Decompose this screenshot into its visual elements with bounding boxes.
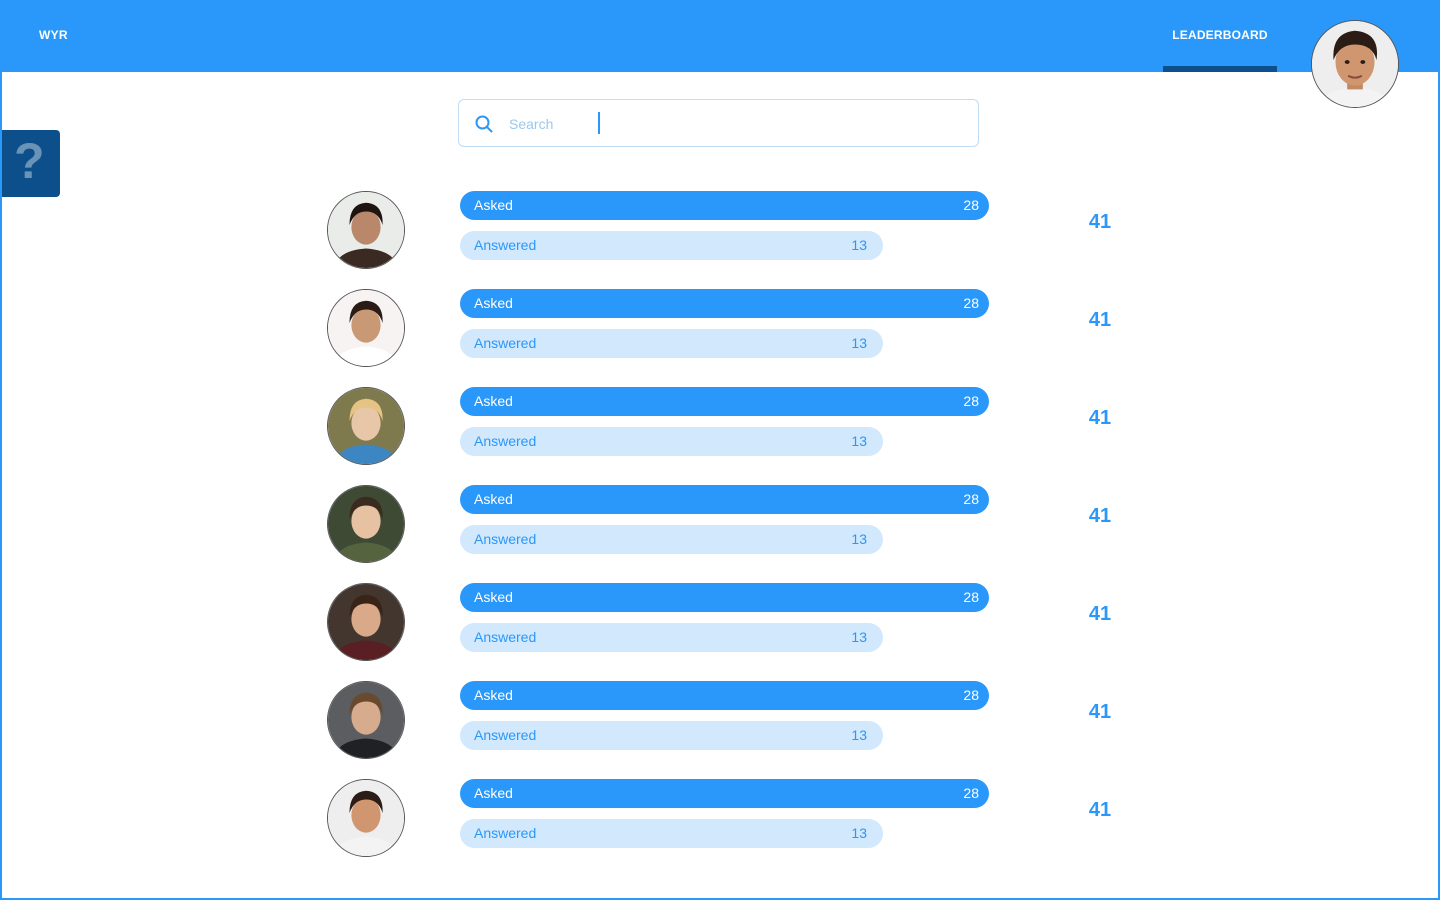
asked-label: Asked — [474, 197, 513, 213]
user-portrait-icon — [328, 780, 404, 856]
asked-bar: Asked 28 — [460, 485, 989, 514]
leaderboard-row: Asked 28 Answered 13 41 — [0, 779, 1440, 877]
user-avatar[interactable] — [327, 485, 405, 563]
asked-bar: Asked 28 — [460, 779, 989, 808]
asked-bar: Asked 28 — [460, 387, 989, 416]
asked-bar: Asked 28 — [460, 191, 989, 220]
question-mark-icon: ? — [14, 133, 45, 189]
total-score: 41 — [1088, 211, 1112, 233]
asked-label: Asked — [474, 589, 513, 605]
user-avatar[interactable] — [327, 583, 405, 661]
leaderboard-row: Asked 28 Answered 13 41 — [0, 191, 1440, 289]
user-portrait-icon — [328, 192, 404, 268]
total-score: 41 — [1088, 309, 1112, 331]
total-score: 41 — [1088, 799, 1112, 821]
asked-bar: Asked 28 — [460, 681, 989, 710]
total-score: 41 — [1088, 701, 1112, 723]
user-portrait-icon — [1312, 21, 1398, 107]
user-portrait-icon — [328, 486, 404, 562]
search-input[interactable] — [507, 110, 951, 138]
leaderboard-row: Asked 28 Answered 13 41 — [0, 681, 1440, 779]
answered-count: 13 — [851, 335, 867, 351]
asked-count: 28 — [963, 785, 979, 801]
search-icon — [475, 115, 493, 133]
asked-count: 28 — [963, 491, 979, 507]
leaderboard-row: Asked 28 Answered 13 41 — [0, 583, 1440, 681]
asked-count: 28 — [963, 393, 979, 409]
user-avatar[interactable] — [327, 387, 405, 465]
answered-label: Answered — [474, 727, 537, 743]
brand-logo[interactable]: WYR — [39, 28, 68, 42]
answered-bar: Answered 13 — [460, 525, 883, 554]
asked-label: Asked — [474, 491, 513, 507]
asked-bar: Asked 28 — [460, 583, 989, 612]
asked-label: Asked — [474, 393, 513, 409]
asked-label: Asked — [474, 295, 513, 311]
asked-label: Asked — [474, 785, 513, 801]
answered-count: 13 — [851, 825, 867, 841]
answered-label: Answered — [474, 531, 537, 547]
answered-label: Answered — [474, 237, 537, 253]
user-avatar[interactable] — [327, 779, 405, 857]
user-avatar[interactable] — [327, 289, 405, 367]
leaderboard-row: Asked 28 Answered 13 41 — [0, 485, 1440, 583]
answered-bar: Answered 13 — [460, 329, 883, 358]
answered-label: Answered — [474, 335, 537, 351]
user-portrait-icon — [328, 290, 404, 366]
answered-label: Answered — [474, 825, 537, 841]
asked-count: 28 — [963, 295, 979, 311]
answered-bar: Answered 13 — [460, 231, 883, 260]
asked-count: 28 — [963, 197, 979, 213]
leaderboard-row: Asked 28 Answered 13 41 — [0, 387, 1440, 485]
answered-count: 13 — [851, 629, 867, 645]
nav-tab-leaderboard-label: LEADERBOARD — [1172, 28, 1268, 42]
help-button[interactable]: ? — [0, 130, 60, 197]
answered-bar: Answered 13 — [460, 623, 883, 652]
total-score: 41 — [1088, 407, 1112, 429]
answered-count: 13 — [851, 433, 867, 449]
asked-bar: Asked 28 — [460, 289, 989, 318]
answered-label: Answered — [474, 629, 537, 645]
answered-count: 13 — [851, 531, 867, 547]
total-score: 41 — [1088, 505, 1112, 527]
user-portrait-icon — [328, 584, 404, 660]
user-avatar[interactable] — [327, 681, 405, 759]
answered-label: Answered — [474, 433, 537, 449]
asked-label: Asked — [474, 687, 513, 703]
answered-bar: Answered 13 — [460, 819, 883, 848]
user-portrait-icon — [328, 682, 404, 758]
answered-bar: Answered 13 — [460, 427, 883, 456]
current-user-avatar[interactable] — [1311, 20, 1399, 108]
active-tab-indicator — [1163, 66, 1277, 72]
asked-count: 28 — [963, 687, 979, 703]
answered-count: 13 — [851, 727, 867, 743]
leaderboard-row: Asked 28 Answered 13 41 — [0, 289, 1440, 387]
asked-count: 28 — [963, 589, 979, 605]
search-box[interactable] — [458, 99, 979, 147]
answered-bar: Answered 13 — [460, 721, 883, 750]
nav-tab-leaderboard[interactable]: LEADERBOARD — [1163, 0, 1277, 72]
user-portrait-icon — [328, 388, 404, 464]
answered-count: 13 — [851, 237, 867, 253]
user-avatar[interactable] — [327, 191, 405, 269]
text-cursor — [598, 112, 600, 134]
top-navbar: WYR LEADERBOARD — [0, 0, 1440, 72]
total-score: 41 — [1088, 603, 1112, 625]
